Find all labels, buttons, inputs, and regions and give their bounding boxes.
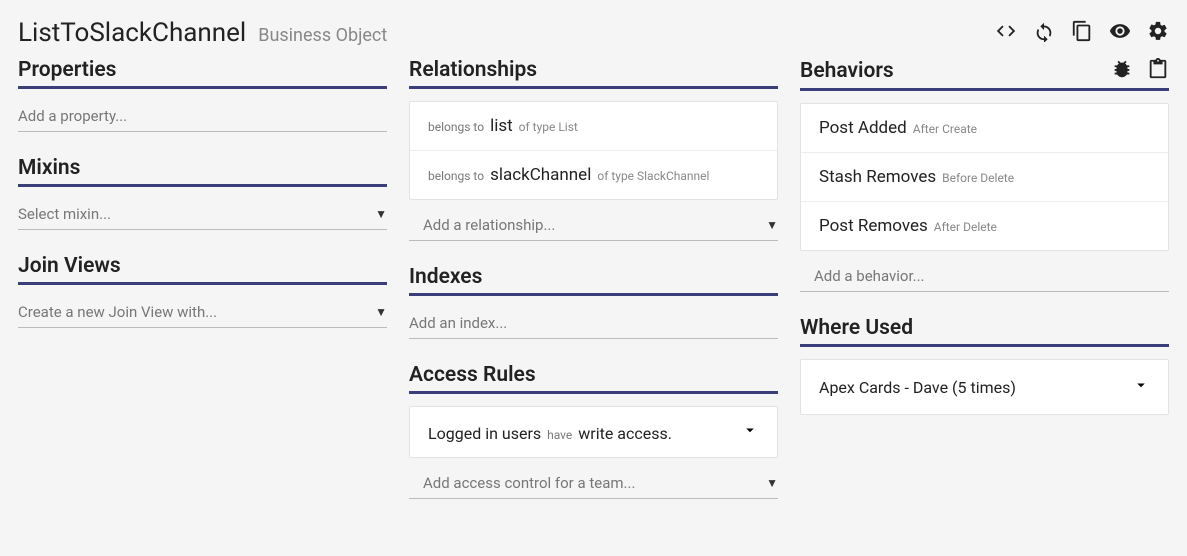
access-rule-verb: have [547,428,572,442]
behavior-row[interactable]: Post Removes After Delete [801,202,1168,250]
properties-title: Properties [18,58,116,82]
behavior-name: Post Removes [819,216,928,236]
access-rule-predicate: write access. [578,424,672,443]
toolbar [995,20,1169,46]
behavior-name: Post Added [819,118,907,138]
behaviors-section: Behaviors Post Added After Create [800,58,1169,292]
create-join-view-dropdown[interactable]: Create a new Join View with... ▼ [18,297,387,328]
add-access-rule-placeholder: Add access control for a team... [423,474,635,492]
relationship-row[interactable]: belongs to slackChannel of type SlackCha… [410,151,777,199]
relationship-name: list [490,116,513,136]
select-mixin-dropdown[interactable]: Select mixin... ▼ [18,199,387,230]
add-relationship-dropdown[interactable]: Add a relationship... ▼ [409,210,778,241]
chevron-down-icon[interactable] [741,421,759,443]
join-views-title: Join Views [18,254,121,278]
behavior-trigger: Before Delete [942,171,1014,185]
relationship-row[interactable]: belongs to list of type List [410,102,777,151]
add-access-rule-dropdown[interactable]: Add access control for a team... ▼ [409,468,778,499]
add-index-input[interactable]: Add an index... [409,308,778,339]
add-relationship-placeholder: Add a relationship... [423,216,555,234]
relationship-type: of type List [519,120,578,134]
join-views-section: Join Views Create a new Join View with..… [18,254,387,328]
access-rules-section: Access Rules Logged in users have write … [409,363,778,499]
chevron-down-icon[interactable] [1132,376,1150,398]
create-join-view-placeholder: Create a new Join View with... [18,303,217,321]
behaviors-title: Behaviors [800,59,894,83]
where-used-title: Where Used [800,316,913,340]
chevron-down-icon: ▼ [766,476,778,490]
indexes-title: Indexes [409,265,482,289]
clipboard-icon[interactable] [1147,58,1169,84]
indexes-section: Indexes Add an index... [409,265,778,339]
relationships-section: Relationships belongs to list of type Li… [409,58,778,241]
relationship-prefix: belongs to [428,169,484,183]
mixins-title: Mixins [18,156,80,180]
relationship-prefix: belongs to [428,120,484,134]
bug-icon[interactable] [1111,58,1133,84]
chevron-down-icon: ▼ [766,218,778,232]
behavior-row[interactable]: Stash Removes Before Delete [801,153,1168,202]
gear-icon[interactable] [1147,20,1169,46]
select-mixin-placeholder: Select mixin... [18,205,111,223]
copy-icon[interactable] [1071,20,1093,46]
behavior-trigger: After Create [913,122,977,136]
access-rule-subject: Logged in users [428,424,541,443]
where-used-row[interactable]: Apex Cards - Dave (5 times) [801,360,1168,414]
access-rule-row[interactable]: Logged in users have write access. [410,407,777,457]
where-used-section: Where Used Apex Cards - Dave (5 times) [800,316,1169,415]
behavior-name: Stash Removes [819,167,936,187]
refresh-icon[interactable] [1033,20,1055,46]
behavior-trigger: After Delete [934,220,997,234]
behavior-row[interactable]: Post Added After Create [801,104,1168,153]
access-rules-title: Access Rules [409,363,536,387]
add-behavior-input[interactable]: Add a behavior... [800,261,1169,292]
eye-icon[interactable] [1109,20,1131,46]
code-icon[interactable] [995,20,1017,46]
chevron-down-icon: ▼ [375,305,387,319]
relationships-title: Relationships [409,58,537,82]
properties-section: Properties Add a property... [18,58,387,132]
add-property-input[interactable]: Add a property... [18,101,387,132]
relationship-name: slackChannel [490,165,591,185]
relationship-type: of type SlackChannel [597,169,709,183]
page-subtitle: Business Object [258,25,387,46]
where-used-label: Apex Cards - Dave (5 times) [819,378,1016,397]
chevron-down-icon: ▼ [375,207,387,221]
mixins-section: Mixins Select mixin... ▼ [18,156,387,230]
page-title: ListToSlackChannel [18,18,246,48]
